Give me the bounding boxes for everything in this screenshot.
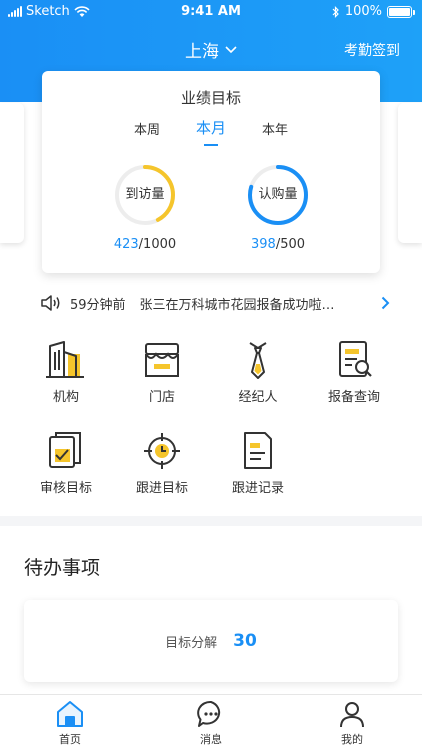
grid-item-store[interactable]: 门店	[122, 340, 202, 405]
attendance-button[interactable]: 考勤签到	[344, 40, 400, 60]
tab-home-label: 首页	[59, 733, 81, 746]
subscribe-label: 认购量	[258, 187, 298, 202]
chevron-down-icon	[225, 45, 237, 53]
subscribe-count: 398	[250, 237, 276, 252]
section-divider	[0, 516, 422, 526]
grid-label-agent: 经纪人	[238, 390, 278, 405]
grid-label-report-query: 报备查询	[327, 390, 380, 405]
tab-year[interactable]: 本年	[262, 119, 288, 146]
period-tabs: 本周 本月 本年	[42, 119, 380, 146]
review-icon	[49, 432, 81, 468]
tab-week[interactable]: 本周	[134, 119, 160, 146]
target-icon	[144, 433, 180, 469]
tab-mine-label: 我的	[341, 733, 363, 746]
store-icon	[145, 343, 179, 377]
visit-count: 423	[113, 237, 139, 252]
tab-message-label: 消息	[200, 733, 222, 746]
prev-card-peek[interactable]	[0, 103, 24, 243]
notice-bar[interactable]: 59分钟前 张三在万科城市花园报备成功啦…	[40, 290, 390, 316]
visit-label: 到访量	[125, 187, 165, 202]
bottom-tab-bar: 首页 消息 我的	[0, 694, 422, 750]
notice-time: 59分钟前	[70, 297, 126, 313]
metric-rings: 到访量 423/1000 认购量 398/500	[42, 163, 380, 263]
todo-item-label: 目标分解	[165, 635, 218, 651]
subscribe-target: /500	[275, 237, 306, 252]
record-icon	[244, 432, 272, 469]
visit-metric[interactable]: 到访量 423/1000	[95, 163, 195, 252]
user-icon	[340, 702, 364, 728]
subscribe-metric[interactable]: 认购量 398/500	[228, 163, 328, 252]
tab-home[interactable]: 首页	[30, 699, 110, 747]
grid-label-follow-target: 跟进目标	[135, 481, 188, 496]
todo-item-count: 30	[233, 631, 257, 651]
grid-item-agent[interactable]: 经纪人	[218, 340, 298, 405]
bluetooth-icon	[332, 5, 339, 18]
speaker-icon	[41, 295, 60, 311]
tab-month[interactable]: 本月	[196, 117, 226, 146]
battery-icon	[387, 5, 415, 18]
grid-item-report-query[interactable]: 报备查询	[314, 340, 394, 405]
city-label: 上海	[185, 42, 219, 62]
visit-value: 423/1000	[95, 237, 195, 252]
grid-item-follow-record[interactable]: 跟进记录	[218, 431, 298, 496]
document-search-icon	[339, 341, 372, 377]
chevron-right-icon	[381, 296, 390, 310]
building-icon	[46, 341, 84, 378]
nav-bar: 上海 考勤签到	[0, 30, 422, 66]
next-card-peek[interactable]	[398, 103, 422, 243]
message-icon	[197, 700, 221, 727]
performance-card: 业绩目标 本周 本月 本年 到访量 423/1000 认购量 398/500	[42, 71, 380, 273]
grid-label-institution: 机构	[52, 390, 79, 405]
tab-mine[interactable]: 我的	[312, 699, 392, 747]
city-selector[interactable]: 上海	[185, 37, 237, 62]
performance-title: 业绩目标	[180, 89, 241, 107]
grid-item-institution[interactable]: 机构	[26, 340, 106, 405]
status-bar: Sketch 9:41 AM 100%	[0, 0, 422, 24]
grid-item-review[interactable]: 审核目标	[26, 431, 106, 496]
grid-label-follow-record: 跟进记录	[231, 481, 284, 496]
grid-item-follow-target[interactable]: 跟进目标	[122, 431, 202, 496]
battery-percent: 100%	[344, 4, 382, 19]
notice-text: 张三在万科城市花园报备成功啦…	[139, 297, 335, 313]
home-icon	[57, 701, 83, 727]
tab-message[interactable]: 消息	[171, 699, 251, 747]
visit-target: /1000	[138, 237, 177, 252]
todo-title: 待办事项	[24, 557, 101, 579]
grid-label-review: 审核目标	[39, 481, 92, 496]
grid-label-store: 门店	[148, 390, 175, 405]
tie-icon	[249, 342, 267, 379]
subscribe-value: 398/500	[228, 237, 328, 252]
todo-card[interactable]: 目标分解 30	[24, 600, 398, 682]
status-right: 100%	[332, 4, 415, 19]
